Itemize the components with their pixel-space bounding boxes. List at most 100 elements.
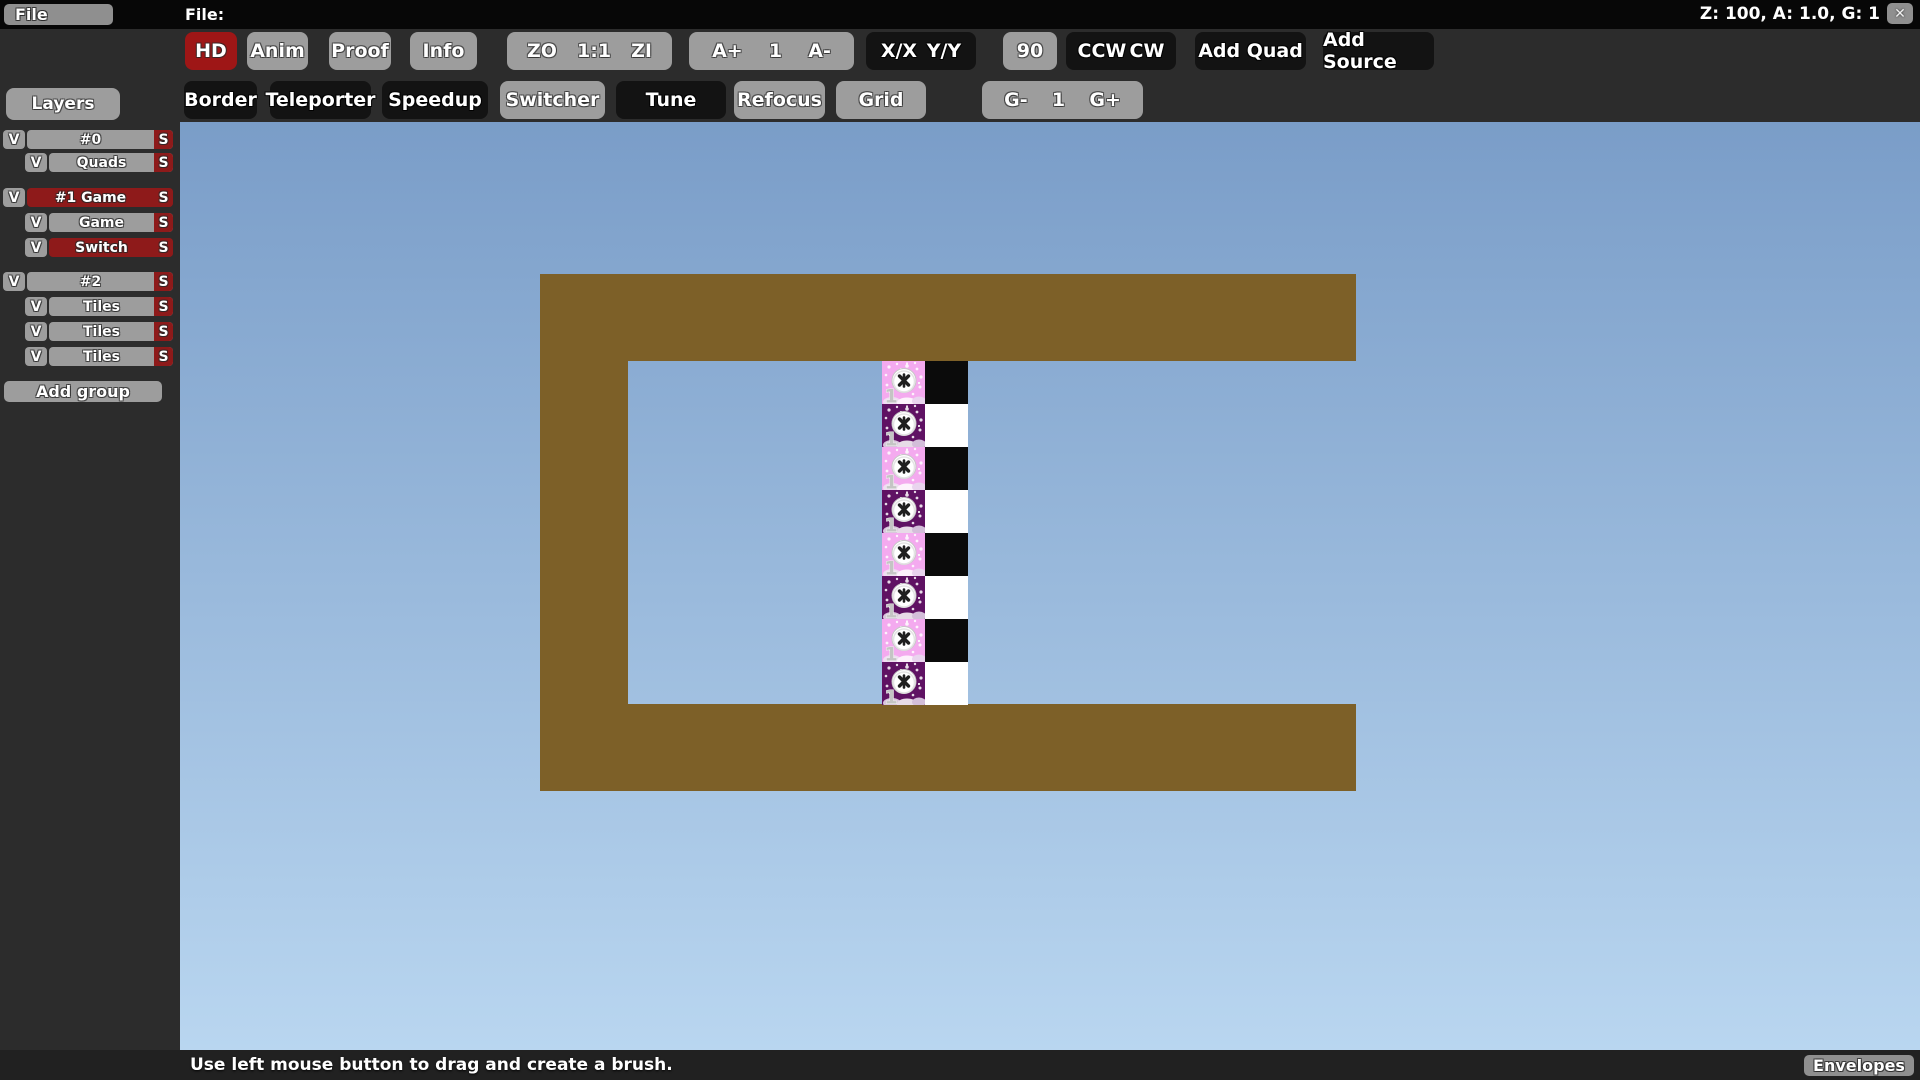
anim-slower-button[interactable]: A- (808, 40, 831, 62)
switch-tile: 1 (882, 447, 925, 490)
rotate-amount-button[interactable]: 90 (1003, 32, 1057, 70)
save-toggle[interactable]: S (154, 188, 173, 207)
svg-text:1: 1 (885, 644, 898, 663)
envelopes-button[interactable]: Envelopes (1804, 1055, 1914, 1076)
flip-controls: X/X Y/Y (866, 32, 976, 70)
visibility-toggle[interactable]: V (3, 130, 25, 149)
svg-text:1: 1 (885, 601, 898, 620)
switcher-button[interactable]: Switcher (500, 81, 605, 119)
add-group-button[interactable]: Add group (4, 381, 162, 402)
zoom-controls: ZO 1:1 ZI (507, 32, 672, 70)
anim-toggle-button[interactable]: Anim (247, 32, 308, 70)
menu-bar: File File: Z: 100, A: 1.0, G: 1 ✕ (0, 0, 1920, 29)
file-path-label: File: (185, 5, 224, 24)
speedup-button[interactable]: Speedup (382, 81, 488, 119)
anim-speed-value: 1 (769, 40, 782, 62)
close-icon[interactable]: ✕ (1887, 3, 1913, 24)
layer-row-tiles-1: V Tiles S (25, 297, 173, 316)
map-editor-window: File File: Z: 100, A: 1.0, G: 1 ✕ HD Ani… (0, 0, 1920, 1080)
switch-tile: 1 (882, 576, 925, 619)
flip-x-button[interactable]: X/X (881, 40, 917, 62)
switch-tile: 1 (882, 619, 925, 662)
visibility-toggle[interactable]: V (3, 188, 25, 207)
switch-tile: 1 (882, 533, 925, 576)
layer-item[interactable]: Tiles S (49, 347, 173, 366)
save-toggle[interactable]: S (154, 153, 173, 172)
info-toggle-button[interactable]: Info (410, 32, 477, 70)
visibility-toggle[interactable]: V (25, 347, 47, 366)
layer-row-quads: V Quads S (25, 153, 173, 172)
game-tile-cell (925, 490, 968, 533)
layer-row-tiles-3: V Tiles S (25, 347, 173, 366)
save-toggle[interactable]: S (154, 297, 173, 316)
grid-increase-button[interactable]: G+ (1089, 89, 1121, 111)
layer-row-game: V Game S (25, 213, 173, 232)
refocus-button[interactable]: Refocus (734, 81, 825, 119)
layer-item[interactable]: Game S (49, 213, 173, 232)
visibility-toggle[interactable]: V (25, 322, 47, 341)
anim-speed-controls: A+ 1 A- (689, 32, 854, 70)
layer-item[interactable]: Tiles S (49, 297, 173, 316)
game-tile-cell (925, 576, 968, 619)
visibility-toggle[interactable]: V (25, 153, 47, 172)
svg-text:1: 1 (885, 429, 898, 448)
layer-row-tiles-2: V Tiles S (25, 322, 173, 341)
file-menu-button[interactable]: File (4, 4, 113, 25)
teleporter-button[interactable]: Teleporter (270, 81, 371, 119)
save-toggle[interactable]: S (154, 272, 173, 291)
anim-faster-button[interactable]: A+ (712, 40, 743, 62)
game-tile-cell (925, 404, 968, 447)
visibility-toggle[interactable]: V (3, 272, 25, 291)
save-toggle[interactable]: S (154, 238, 173, 257)
game-tile-cell (925, 447, 968, 490)
visibility-toggle[interactable]: V (25, 213, 47, 232)
save-toggle[interactable]: S (154, 322, 173, 341)
switch-tile: 1 (882, 404, 925, 447)
group-item[interactable]: #2 S (27, 272, 173, 291)
game-tile-cell (925, 619, 968, 662)
game-tile-column (925, 361, 968, 705)
group-item[interactable]: #1 Game S (27, 188, 173, 207)
svg-text:1: 1 (885, 687, 898, 706)
layer-item[interactable]: Tiles S (49, 322, 173, 341)
zoom-reset-button[interactable]: 1:1 (577, 40, 611, 62)
zoom-in-button[interactable]: ZI (631, 40, 652, 62)
status-bar: Use left mouse button to drag and create… (0, 1050, 1920, 1080)
svg-text:1: 1 (885, 515, 898, 534)
group-item[interactable]: #0 S (27, 130, 173, 149)
switch-tile: 1 (882, 490, 925, 533)
map-canvas[interactable]: 1 1 (180, 122, 1920, 1050)
add-quad-button[interactable]: Add Quad (1195, 32, 1306, 70)
layer-item[interactable]: Switch S (49, 238, 173, 257)
group-row-1-game: V #1 Game S (3, 188, 173, 207)
zoom-anim-grid-status: Z: 100, A: 1.0, G: 1 (1700, 4, 1880, 24)
grid-button[interactable]: Grid (836, 81, 926, 119)
topbar-status-area: Z: 100, A: 1.0, G: 1 ✕ (1700, 3, 1913, 24)
game-tile-cell (925, 361, 968, 404)
hd-toggle-button[interactable]: HD (185, 32, 237, 70)
flip-y-button[interactable]: Y/Y (927, 40, 961, 62)
svg-text:1: 1 (885, 386, 898, 405)
rotate-cw-button[interactable]: CW (1130, 40, 1165, 62)
ground-tiles-bottom (540, 704, 1356, 791)
game-tile-cell (925, 662, 968, 705)
border-button[interactable]: Border (184, 81, 257, 119)
grid-size-controls: G- 1 G+ (982, 81, 1143, 119)
add-source-button[interactable]: Add Source (1323, 32, 1434, 70)
tune-button[interactable]: Tune (616, 81, 726, 119)
proof-toggle-button[interactable]: Proof (329, 32, 391, 70)
layers-panel-title: Layers (6, 88, 120, 120)
save-toggle[interactable]: S (154, 347, 173, 366)
visibility-toggle[interactable]: V (25, 238, 47, 257)
visibility-toggle[interactable]: V (25, 297, 47, 316)
grid-decrease-button[interactable]: G- (1004, 89, 1027, 111)
save-toggle[interactable]: S (154, 213, 173, 232)
layer-item[interactable]: Quads S (49, 153, 173, 172)
zoom-out-button[interactable]: ZO (527, 40, 557, 62)
game-tile-cell (925, 533, 968, 576)
rotate-ccw-button[interactable]: CCW (1078, 40, 1127, 62)
switch-tile-column: 1 1 (882, 361, 925, 705)
switch-tile: 1 (882, 361, 925, 404)
status-hint: Use left mouse button to drag and create… (190, 1055, 673, 1075)
save-toggle[interactable]: S (154, 130, 173, 149)
